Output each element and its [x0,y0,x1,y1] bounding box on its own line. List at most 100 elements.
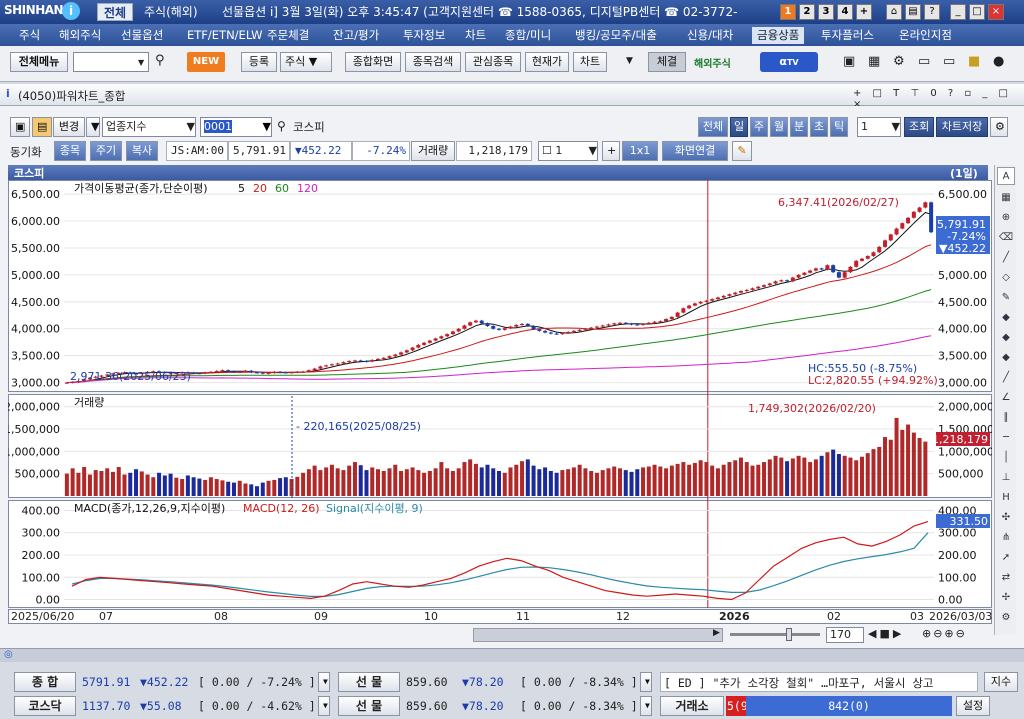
line-icon[interactable]: ╱ [997,249,1015,267]
settings-button[interactable]: 설정 [956,696,990,716]
overseas-stock-link[interactable]: 해외주식 [694,55,731,70]
period-tab-1[interactable]: 일 [730,117,748,137]
home-icon[interactable]: ⌂ [886,4,902,20]
layout-icon[interactable]: ▭ [943,54,955,69]
search-icon[interactable]: ⚲ [277,119,286,133]
menu-item-1[interactable]: 해외주식 [54,27,106,44]
menu-item-6[interactable]: 투자정보 [398,27,450,44]
kospi-dropdown-icon[interactable]: ▼ [318,672,330,692]
vertical-line-icon[interactable]: │ [997,449,1015,467]
screen-4-button[interactable]: 4 [837,4,853,20]
grid-button[interactable]: 1x1 [622,141,658,161]
new-badge[interactable]: NEW [187,52,225,72]
tab-overseas-stock[interactable]: 주식(해외) [138,3,204,21]
close-icon[interactable]: × [988,4,1004,20]
playback-controls[interactable]: ◀■▶ [868,627,904,640]
parallel-icon[interactable]: ∥ [997,409,1015,427]
print-icon[interactable]: ▤ [905,4,921,20]
link-screen-button[interactable]: 화면연결 [662,141,728,161]
scroll-right-icon[interactable]: ▶ [713,628,725,642]
cross-icon[interactable]: ✣ [997,509,1015,527]
minimize-icon[interactable]: _ [950,4,966,20]
horizontal-scrollbar[interactable] [473,628,723,642]
execute-button[interactable]: 체결 [648,52,686,72]
period-tab-0[interactable]: 전체 [698,117,728,137]
maximize-icon[interactable]: □ [969,4,985,20]
tools-settings-icon[interactable]: ⚙ [997,609,1015,627]
dock-toggle-icon[interactable]: ◎ [4,649,13,660]
window-icon[interactable]: ▭ [918,54,930,69]
angle-icon[interactable]: ∠ [997,389,1015,407]
eraser-icon[interactable]: ◇ [997,269,1015,287]
menu-item-11[interactable]: 금융상품 [752,27,805,44]
menu-item-12[interactable]: 투자플러스 [816,27,879,44]
printer-icon[interactable]: ▣ [843,54,855,69]
period-tab-5[interactable]: 초 [810,117,828,137]
pen-icon[interactable]: ✎ [732,141,752,161]
futures2-dropdown-icon[interactable]: ▼ [640,696,652,716]
menu-item-4[interactable]: 주문체결 [262,27,314,44]
more-icon[interactable]: ▼ [626,56,633,66]
change-dropdown-icon[interactable]: ▼ [86,117,100,137]
menu-item-7[interactable]: 차트 [460,27,491,44]
gear-icon[interactable]: ⚙ [893,54,905,69]
period-tab-4[interactable]: 분 [790,117,808,137]
layout-select[interactable]: ☐ 1 ▼ [538,141,598,161]
chevron-down-icon[interactable]: ▼ [138,58,144,67]
sync-stock-tab[interactable]: 종목 [54,141,86,161]
zoom-icons[interactable]: ⊕⊖⊕⊖ [922,627,967,640]
save-layout-icon[interactable]: ▤ [32,117,52,137]
screen-add-button[interactable]: + [856,4,872,20]
brush-icon[interactable]: ◆ [997,349,1015,367]
fork-icon[interactable]: ⋔ [997,529,1015,547]
menu-item-8[interactable]: 종합/미니 [500,27,556,44]
stock-search-button[interactable]: 종목검색 [405,52,461,72]
lock-icon[interactable]: ■ [968,54,980,69]
user-icon[interactable]: ● [993,54,1004,69]
fibonacci-icon[interactable]: ⊥ [997,469,1015,487]
trendline-icon[interactable]: ╱ [997,369,1015,387]
erase-icon[interactable]: ⌫ [997,229,1015,247]
help-icon[interactable]: ? [924,4,940,20]
screen-2-button[interactable]: 2 [799,4,815,20]
category-select[interactable]: 주식 ▼ [280,52,332,72]
kosdaq-dropdown-icon[interactable]: ▼ [318,696,330,716]
change-button[interactable]: 변경 [53,117,85,137]
all-menu-button[interactable]: 전체메뉴 [10,52,68,72]
search-icon[interactable]: ⚲ [155,53,165,68]
menu-item-10[interactable]: 신용/대차 [682,27,738,44]
menu-item-13[interactable]: 온라인지점 [894,27,957,44]
arrow-icon[interactable]: ➚ [997,549,1015,567]
index-button[interactable]: 지수 [984,672,1018,692]
current-price-button[interactable]: 현재가 [525,52,569,72]
magnet-icon[interactable]: ⊕ [997,209,1015,227]
bar-count-input[interactable]: 170 [826,627,864,643]
register-button[interactable]: 등록 [241,52,277,72]
sync-copy-tab[interactable]: 복사 [126,141,158,161]
menu-item-2[interactable]: 선물옵션 [116,27,168,44]
chart-save-button[interactable]: 차트저장 [936,117,988,137]
zoom-slider-thumb[interactable] [786,628,792,641]
cursor-icon[interactable]: A [997,167,1015,185]
combined-screen-button[interactable]: 종합화면 [345,52,401,72]
tv-button[interactable]: αTV [760,52,818,72]
horizontal-line-icon[interactable]: ─ [997,429,1015,447]
channel-icon[interactable]: H [997,489,1015,507]
menu-item-5[interactable]: 잔고/평가 [328,27,384,44]
period-tab-2[interactable]: 주 [750,117,768,137]
watchlist-button[interactable]: 관심종목 [465,52,521,72]
sync-period-tab[interactable]: 주기 [90,141,122,161]
screen-1-button[interactable]: 1 [780,4,796,20]
code-input[interactable]: 0001 ▼ [200,117,272,137]
period-count-input[interactable]: 1 ▼ [857,117,901,137]
menu-item-3[interactable]: ETF/ETN/ELW [182,27,268,44]
period-tab-6[interactable]: 틱 [830,117,848,137]
index-type-select[interactable]: 업종지수 ▼ [102,117,196,137]
menu-item-9[interactable]: 뱅킹/공모주/대출 [570,27,662,44]
tab-all[interactable]: 전체 [97,3,134,21]
zoom-slider[interactable] [730,633,820,636]
period-tab-3[interactable]: 월 [770,117,788,137]
fill-icon[interactable]: ◆ [997,329,1015,347]
news-ticker[interactable]: [ ED ] "추가 소각장 철회" …마포구, 서울시 상고 [660,672,978,692]
query-button[interactable]: 조회 [904,117,934,137]
